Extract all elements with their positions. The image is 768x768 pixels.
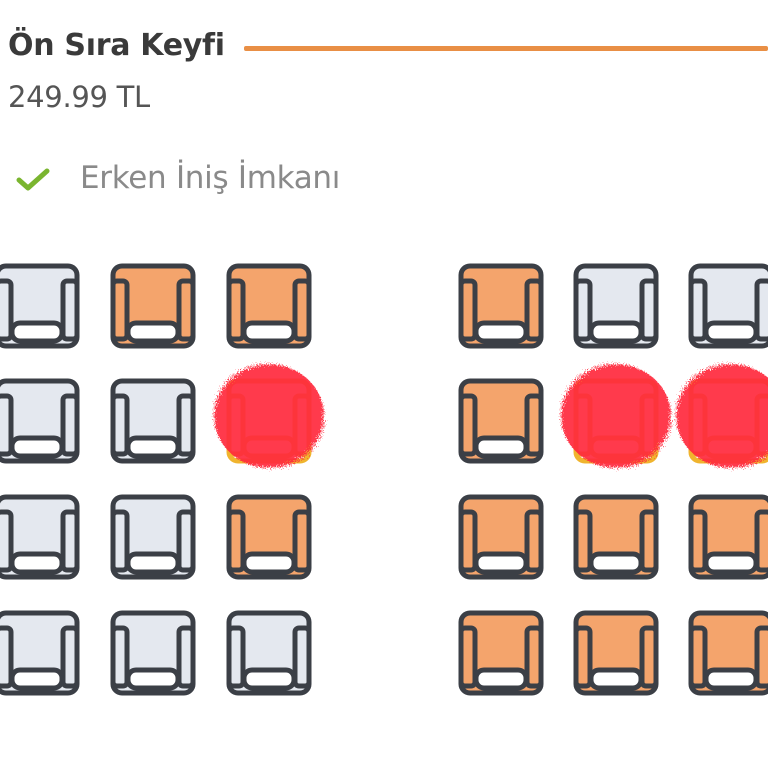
feature-label: Erken İniş İmkanı: [80, 160, 341, 196]
seat-right-r3-c3[interactable]: [688, 494, 768, 580]
seat-right-r1-c3: [688, 263, 768, 349]
seat-left-r1-c3[interactable]: [226, 263, 312, 349]
seat-left-r4-c3: [226, 610, 312, 696]
package-title: Ön Sıra Keyfi: [8, 28, 225, 63]
seat-right-r4-c1[interactable]: [458, 610, 544, 696]
seat-left-r2-c3[interactable]: [226, 378, 312, 464]
seat-right-r1-c1[interactable]: [458, 263, 544, 349]
seat-right-r4-c3[interactable]: [688, 610, 768, 696]
seat-left-r3-c2: [110, 494, 196, 580]
seat-right-r2-c1[interactable]: [458, 378, 544, 464]
package-price: 249.99 TL: [8, 80, 150, 114]
seat-right-r4-c2[interactable]: [573, 610, 659, 696]
seat-right-r2-c2[interactable]: [573, 378, 659, 464]
seat-left-r3-c1: [0, 494, 80, 580]
seat-right-r2-c3[interactable]: [688, 378, 768, 464]
seat-left-r4-c2: [110, 610, 196, 696]
seat-right-r3-c1[interactable]: [458, 494, 544, 580]
seat-left-r2-c1: [0, 378, 80, 464]
seat-left-r4-c1: [0, 610, 80, 696]
seat-left-r3-c3[interactable]: [226, 494, 312, 580]
seat-left-r1-c2[interactable]: [110, 263, 196, 349]
seat-left-r1-c1: [0, 263, 80, 349]
seat-left-r2-c2: [110, 378, 196, 464]
seat-right-r3-c2[interactable]: [573, 494, 659, 580]
check-icon: [16, 168, 50, 191]
title-divider: [244, 46, 768, 51]
seat-right-r1-c2: [573, 263, 659, 349]
